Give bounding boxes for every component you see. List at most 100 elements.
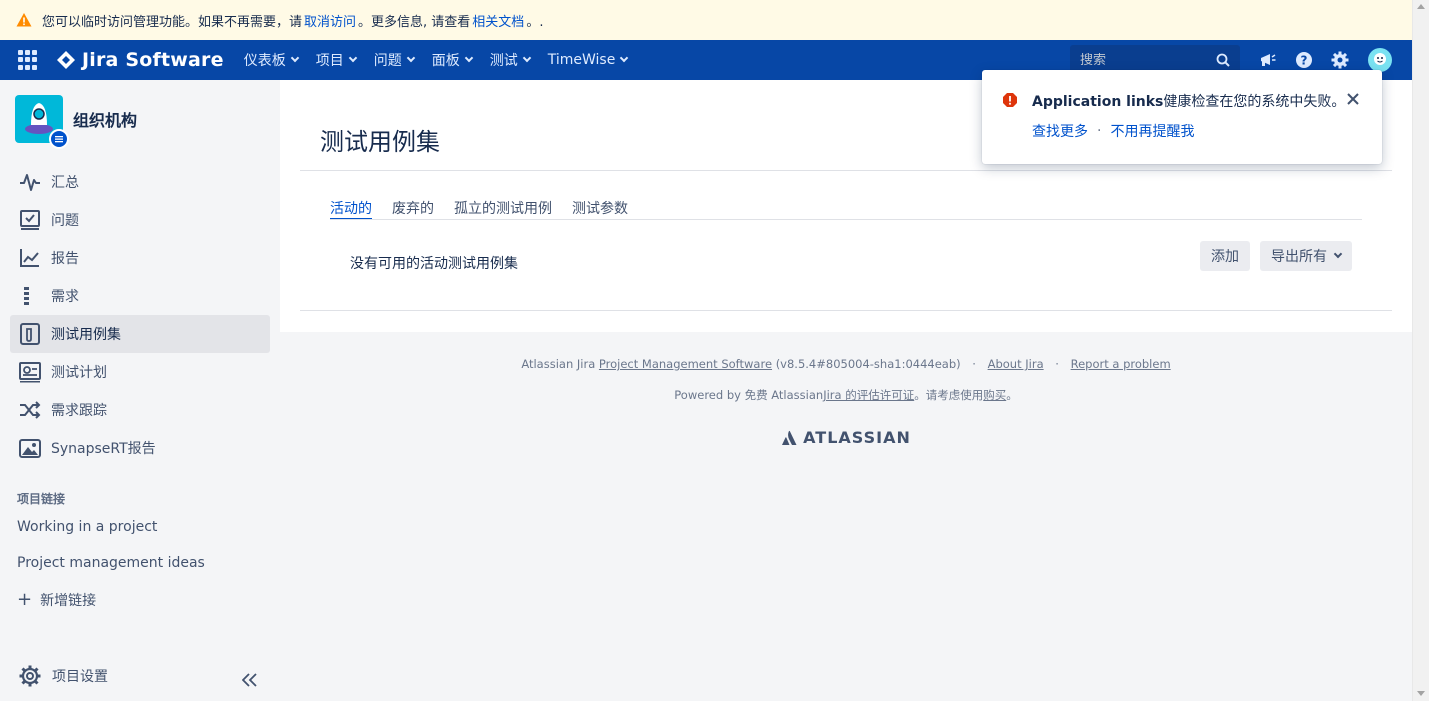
project-link-working[interactable]: Working in a project bbox=[17, 519, 157, 535]
export-all-button[interactable]: 导出所有 bbox=[1260, 241, 1352, 271]
app-switcher-icon[interactable] bbox=[18, 50, 38, 70]
jira-logo[interactable]: Jira Software bbox=[56, 49, 224, 71]
separator: · bbox=[1097, 123, 1102, 139]
export-button-label: 导出所有 bbox=[1271, 249, 1327, 265]
flag-actions: 查找更多 · 不用再提醒我 bbox=[1032, 121, 1194, 141]
vertical-scrollbar[interactable] bbox=[1412, 0, 1429, 701]
nav-projects[interactable]: 项目 bbox=[316, 50, 357, 70]
divider bbox=[330, 219, 1362, 220]
sidebar-item-summary[interactable]: 汇总 bbox=[10, 163, 270, 201]
sidebar-item-requirements[interactable]: 需求 bbox=[10, 277, 270, 315]
project-settings-button[interactable]: 项目设置 bbox=[18, 664, 108, 688]
tab-orphan-test-cases[interactable]: 孤立的测试用例 bbox=[454, 198, 552, 220]
flag-message: Application links健康检查在您的系统中失败。 bbox=[1032, 91, 1345, 111]
dont-remind-link[interactable]: 不用再提醒我 bbox=[1110, 121, 1194, 141]
project-link-ideas[interactable]: Project management ideas bbox=[17, 555, 205, 571]
divider bbox=[300, 170, 1392, 171]
tab-bar: 活动的 废弃的 孤立的测试用例 测试参数 bbox=[330, 198, 648, 220]
user-avatar[interactable] bbox=[1368, 48, 1392, 72]
search-icon[interactable] bbox=[1216, 53, 1230, 67]
flag-description: 健康检查在您的系统中失败。 bbox=[1163, 94, 1346, 110]
separator: · bbox=[972, 357, 976, 371]
find-out-more-link[interactable]: 查找更多 bbox=[1032, 121, 1088, 141]
sidebar-item-issues[interactable]: 问题 bbox=[10, 201, 270, 239]
sidebar-item-synapsert-reports[interactable]: SynapseRT报告 bbox=[10, 429, 270, 467]
nav-label: TimeWise bbox=[547, 52, 616, 68]
chevron-down-icon bbox=[1333, 249, 1343, 259]
sidebar-item-test-suites[interactable]: 测试用例集 bbox=[10, 315, 270, 353]
collapse-sidebar-icon[interactable] bbox=[241, 668, 258, 692]
project-name: 组织机构 bbox=[73, 111, 138, 130]
chevron-down-icon bbox=[522, 53, 531, 63]
atlassian-wordmark: ATLASSIAN bbox=[803, 428, 911, 447]
tab-active[interactable]: 活动的 bbox=[330, 198, 372, 220]
divider bbox=[300, 310, 1392, 311]
sidebar-item-label: 需求跟踪 bbox=[51, 403, 107, 419]
project-header[interactable]: 组织机构 bbox=[15, 95, 138, 149]
banner-text-middle: 。更多信息, 请查看 bbox=[358, 14, 471, 30]
sidebar-item-label: SynapseRT报告 bbox=[51, 441, 156, 457]
test-suite-icon bbox=[20, 323, 40, 345]
banner-text: 您可以临时访问管理功能。如果不再需要，请 bbox=[42, 14, 303, 30]
plus-icon: + bbox=[17, 589, 33, 610]
tab-deprecated[interactable]: 废弃的 bbox=[392, 198, 434, 220]
docs-link[interactable]: 相关文档 bbox=[472, 11, 524, 30]
error-flag: Application links健康检查在您的系统中失败。 查找更多 · 不用… bbox=[982, 70, 1382, 164]
jira-icon bbox=[57, 51, 75, 69]
notifications-icon[interactable] bbox=[1258, 50, 1278, 70]
sidebar-item-traceability[interactable]: 需求跟踪 bbox=[10, 391, 270, 429]
nav-label: 面板 bbox=[431, 53, 460, 69]
sidebar-item-label: 需求 bbox=[51, 289, 79, 305]
add-link-button[interactable]: + 新增链接 bbox=[17, 590, 96, 610]
scroll-up-icon[interactable] bbox=[1417, 4, 1425, 9]
project-settings-label: 项目设置 bbox=[52, 669, 108, 685]
license-link[interactable]: Jira 的评估许可证 bbox=[823, 388, 914, 402]
nav-tests[interactable]: 测试 bbox=[489, 50, 531, 70]
page-title: 测试用例集 bbox=[320, 128, 440, 156]
gear-icon bbox=[19, 665, 41, 687]
sidebar-item-label: 测试用例集 bbox=[51, 327, 121, 343]
footer-text: 。 bbox=[1006, 388, 1018, 402]
nav-issues[interactable]: 问题 bbox=[374, 50, 415, 70]
add-button-label: 添加 bbox=[1211, 249, 1239, 265]
search-input[interactable] bbox=[1080, 52, 1210, 68]
revoke-access-link[interactable]: 取消访问 bbox=[304, 11, 356, 30]
banner-text-end: 。. bbox=[526, 14, 544, 30]
nav-boards[interactable]: 面板 bbox=[431, 50, 473, 70]
reports-icon bbox=[20, 249, 39, 267]
nav-timewise[interactable]: TimeWise bbox=[547, 52, 629, 68]
chevron-down-icon bbox=[620, 53, 629, 63]
nav-dashboards[interactable]: 仪表板 bbox=[244, 50, 299, 70]
version-text: (v8.5.4#805004-sha1:0444eab) bbox=[775, 357, 961, 371]
sidebar-nav: 汇总 问题 报告 需求 测试用例集 测试计划 需求跟踪 SynapseRT报告 bbox=[10, 163, 270, 467]
help-icon[interactable]: ? bbox=[1294, 50, 1314, 70]
about-jira-link[interactable]: About Jira bbox=[988, 357, 1044, 371]
separator: · bbox=[1055, 357, 1059, 371]
atlassian-icon bbox=[782, 430, 797, 445]
image-report-icon bbox=[19, 439, 41, 458]
chevron-down-icon bbox=[406, 53, 415, 63]
product-name: Jira Software bbox=[82, 49, 224, 71]
nav-label: 测试 bbox=[489, 53, 518, 69]
settings-gear-icon[interactable] bbox=[1330, 50, 1350, 70]
report-problem-link[interactable]: Report a problem bbox=[1071, 357, 1171, 371]
add-button[interactable]: 添加 bbox=[1200, 241, 1250, 271]
atlassian-logo[interactable]: ATLASSIAN bbox=[280, 428, 1412, 447]
sidebar-item-test-plans[interactable]: 测试计划 bbox=[10, 353, 270, 391]
software-badge-icon bbox=[49, 129, 69, 149]
close-icon[interactable] bbox=[1346, 92, 1360, 106]
activity-icon bbox=[20, 174, 40, 191]
chevron-down-icon bbox=[290, 53, 299, 63]
sidebar-item-label: 汇总 bbox=[51, 175, 79, 191]
add-link-label: 新增链接 bbox=[40, 593, 97, 609]
tab-test-parameters[interactable]: 测试参数 bbox=[572, 198, 628, 220]
footer-text: Atlassian Jira bbox=[521, 357, 596, 371]
pms-link[interactable]: Project Management Software bbox=[599, 357, 772, 371]
sidebar-item-reports[interactable]: 报告 bbox=[10, 239, 270, 277]
scroll-down-icon[interactable] bbox=[1417, 691, 1425, 696]
issues-icon bbox=[20, 210, 40, 230]
project-sidebar: 组织机构 汇总 问题 报告 需求 测试用例集 测试计划 需求跟踪 Synapse… bbox=[0, 80, 280, 701]
error-icon bbox=[1003, 93, 1017, 107]
buy-link[interactable]: 购买 bbox=[983, 388, 1006, 402]
chevron-down-icon bbox=[464, 53, 473, 63]
